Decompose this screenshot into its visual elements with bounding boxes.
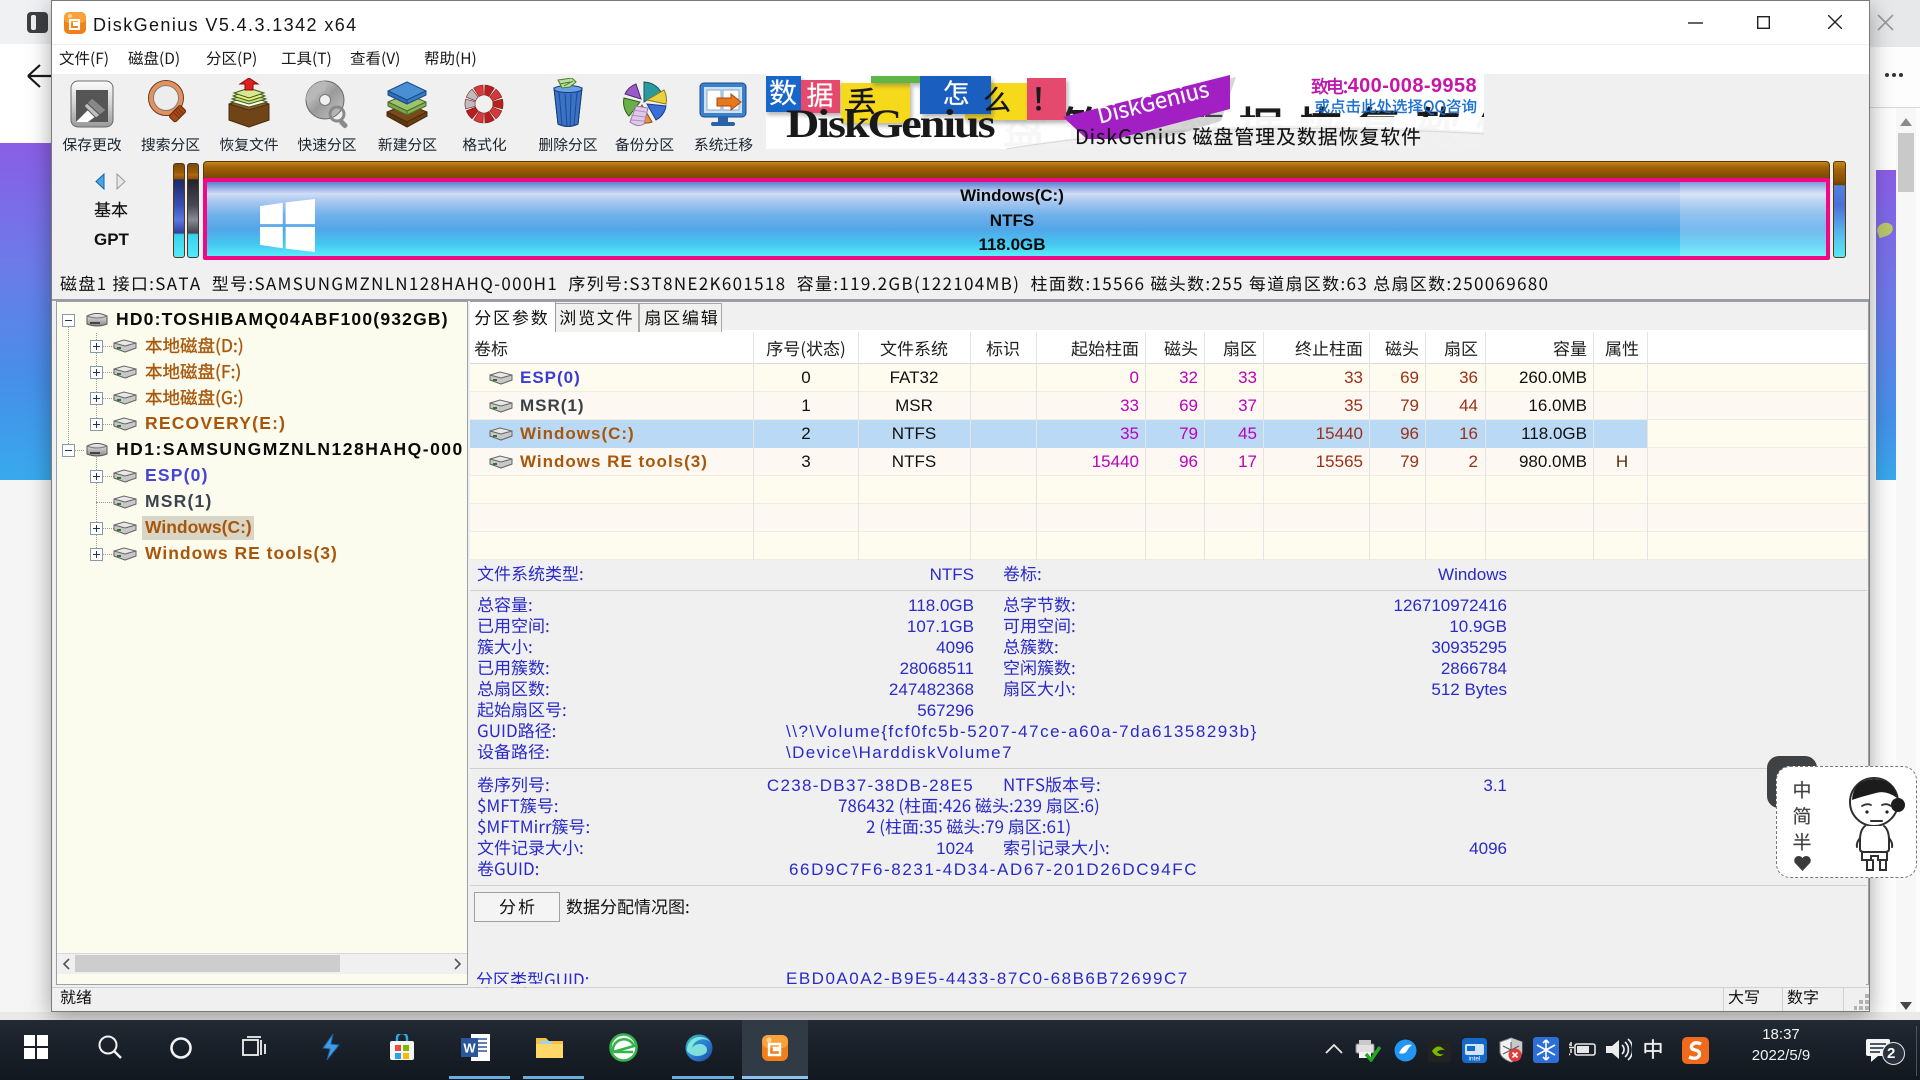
svg-text:intel: intel <box>1469 1056 1481 1063</box>
svg-text:W: W <box>463 1041 476 1056</box>
